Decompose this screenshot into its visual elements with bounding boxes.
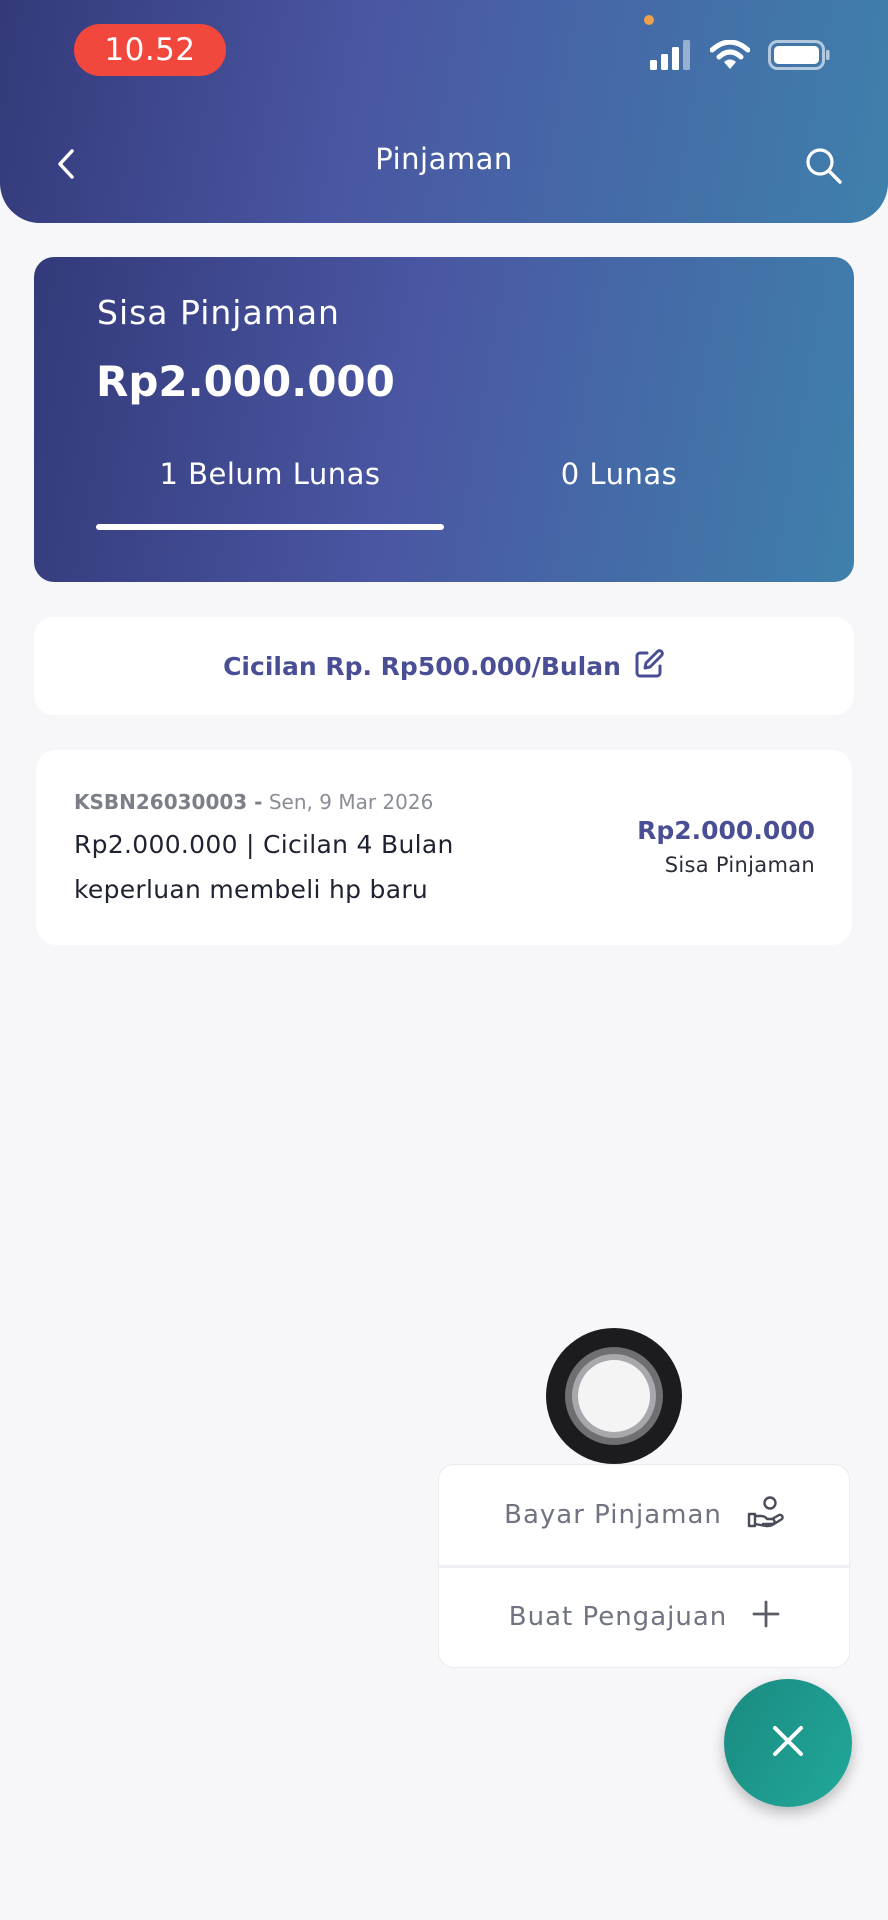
close-icon xyxy=(770,1723,806,1763)
page-title: Pinjaman xyxy=(375,142,513,176)
assistive-ring xyxy=(565,1347,663,1445)
loan-remaining-label: Sisa Pinjaman xyxy=(664,853,815,877)
battery-icon xyxy=(768,40,830,74)
loan-summary-card: Sisa Pinjaman Rp2.000.000 1 Belum Lunas … xyxy=(34,257,854,582)
tab-belum-lunas[interactable]: 1 Belum Lunas xyxy=(96,457,444,517)
fab-close-button[interactable] xyxy=(724,1679,852,1807)
tab-lunas[interactable]: 0 Lunas xyxy=(444,457,794,517)
loan-list-item[interactable]: KSBN26030003 - Sen, 9 Mar 2026 Rp2.000.0… xyxy=(36,750,852,945)
installment-card[interactable]: Cicilan Rp. Rp500.000/Bulan xyxy=(34,617,854,715)
loan-summary-line: Rp2.000.000 | Cicilan 4 Bulan xyxy=(74,830,454,859)
privacy-indicator-dot xyxy=(644,15,654,25)
loan-date: Sen, 9 Mar 2026 xyxy=(268,790,434,814)
fab-menu: Bayar Pinjaman Buat Pengajuan xyxy=(438,1464,851,1668)
summary-label: Sisa Pinjaman xyxy=(97,293,340,332)
signal-icon xyxy=(650,40,692,74)
loan-purpose: keperluan membeli hp baru xyxy=(74,875,429,904)
status-icons xyxy=(650,39,830,74)
header-bar: 10.52 Pinjaman xyxy=(0,0,888,223)
assistive-touch-button[interactable] xyxy=(546,1328,682,1464)
status-time: 10.52 xyxy=(74,24,226,76)
wifi-icon xyxy=(709,39,751,74)
summary-value: Rp2.000.000 xyxy=(96,357,395,406)
active-tab-indicator xyxy=(96,524,444,530)
hand-coin-icon xyxy=(746,1495,786,1536)
search-icon xyxy=(804,148,844,190)
assistive-ring-inner xyxy=(572,1354,656,1438)
plus-icon xyxy=(751,1599,781,1636)
loan-code: KSBN26030003 - xyxy=(74,790,263,814)
search-button[interactable] xyxy=(804,146,844,186)
installment-text: Cicilan Rp. Rp500.000/Bulan xyxy=(223,651,621,681)
menu-item-label: Buat Pengajuan xyxy=(508,1602,728,1632)
edit-icon[interactable] xyxy=(633,648,665,684)
loan-remaining-amount: Rp2.000.000 xyxy=(637,816,815,845)
menu-item-label: Bayar Pinjaman xyxy=(504,1500,722,1530)
bayar-pinjaman-button[interactable]: Bayar Pinjaman xyxy=(439,1465,851,1565)
buat-pengajuan-button[interactable]: Buat Pengajuan xyxy=(439,1567,851,1667)
assistive-core xyxy=(578,1360,650,1432)
loan-meta: KSBN26030003 - Sen, 9 Mar 2026 xyxy=(74,790,433,814)
